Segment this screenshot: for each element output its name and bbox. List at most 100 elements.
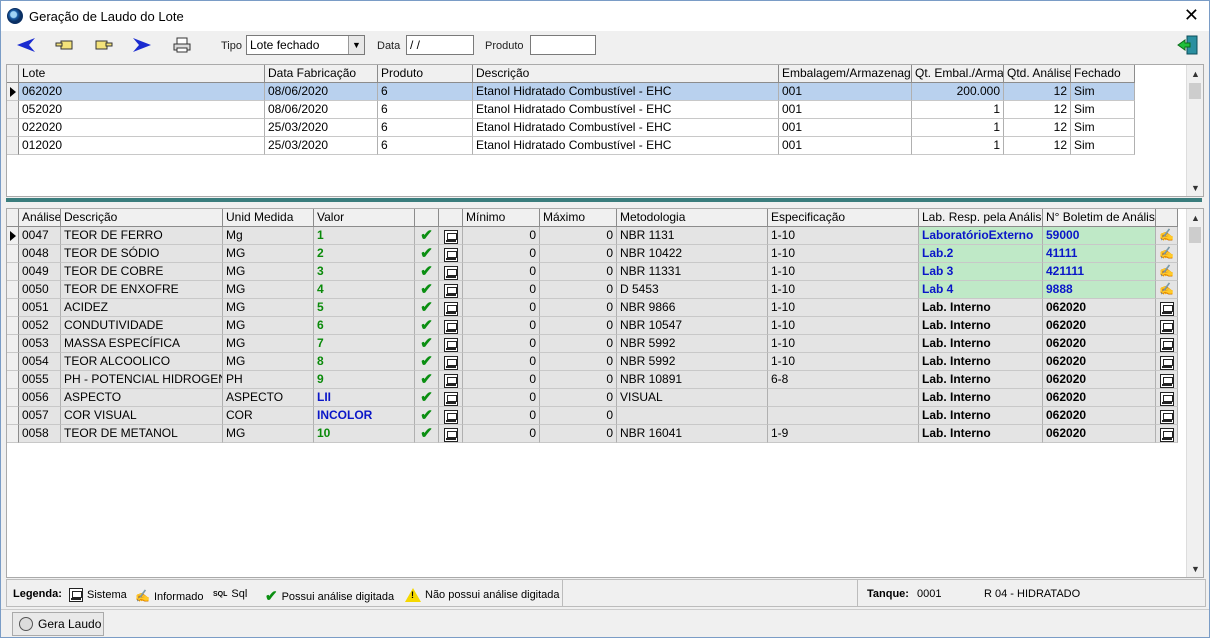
print-button[interactable] (171, 34, 193, 56)
analise-cell[interactable] (1156, 317, 1178, 335)
splitter[interactable] (6, 198, 1202, 202)
analise-col-header[interactable] (415, 209, 439, 227)
system-icon[interactable] (1159, 427, 1174, 442)
analise-col-header[interactable] (439, 209, 463, 227)
analise-row[interactable]: 0055PH - POTENCIAL HIDROGENIONICOPH9✔00N… (7, 371, 1178, 389)
analise-col-header[interactable]: Valor (314, 209, 415, 227)
system-icon[interactable] (443, 265, 458, 280)
system-icon[interactable] (443, 409, 458, 424)
system-icon[interactable] (443, 283, 458, 298)
analise-cell[interactable] (439, 407, 463, 425)
produto-input[interactable] (530, 35, 596, 55)
analise-row[interactable]: 0049 TEOR DE COBRE MG 3 ✔ 0 0 NBR 11331 1-10 Lab … (7, 263, 1178, 281)
lotes-col-header[interactable]: Lote (19, 65, 265, 83)
analise-row[interactable]: 0057 COR VISUAL COR INCOLOR ✔ 0 0 Lab. Interno 0… (7, 407, 1178, 425)
analise-cell[interactable]: ✍ (1156, 245, 1178, 263)
system-icon[interactable] (1159, 337, 1174, 352)
system-icon[interactable] (443, 319, 458, 334)
lote-row[interactable]: 052020 08/06/2020 6 Etanol Hidratado Combus… (7, 101, 1135, 119)
lote-row[interactable]: 062020 08/06/2020 6 Etanol Hidratado Combus… (7, 83, 1135, 101)
analise-cell[interactable] (1156, 407, 1178, 425)
scroll-down-icon[interactable]: ▼ (1187, 179, 1203, 196)
system-icon[interactable] (1159, 301, 1174, 316)
analise-cell[interactable] (1156, 335, 1178, 353)
analise-col-header[interactable]: Unid Medida (223, 209, 314, 227)
analise-cell[interactable]: 4 (314, 281, 415, 299)
lote-row[interactable]: 012020 25/03/2020 6 Etanol Hidratado Combus… (7, 137, 1135, 155)
tipo-select[interactable]: Lote fechado ▼ (246, 35, 365, 55)
system-icon[interactable] (1159, 373, 1174, 388)
analise-cell[interactable]: ✍ (1156, 227, 1178, 245)
first-record-button[interactable] (15, 34, 37, 56)
analise-row[interactable]: 0051 ACIDEZ MG 5 ✔ 0 0 NBR 9866 1-10 Lab. Interno… (7, 299, 1178, 317)
analise-cell[interactable]: 5 (314, 299, 415, 317)
scroll-thumb[interactable] (1189, 227, 1201, 243)
analise-cell[interactable] (439, 281, 463, 299)
analise-col-header[interactable]: N° Boletim de Análise (1043, 209, 1156, 227)
scroll-down-icon[interactable]: ▼ (1187, 560, 1203, 577)
analise-cell[interactable]: ✔ (415, 245, 439, 263)
analise-cell[interactable]: LII (314, 389, 415, 407)
analise-col-header[interactable]: Metodologia (617, 209, 768, 227)
prev-record-button[interactable] (53, 34, 75, 56)
analise-cell[interactable]: 9 (314, 371, 415, 389)
system-icon[interactable] (1159, 391, 1174, 406)
analise-cell[interactable]: 10 (314, 425, 415, 443)
system-icon[interactable] (443, 391, 458, 406)
analise-cell[interactable]: ✔ (415, 299, 439, 317)
analise-col-header[interactable]: Descrição (61, 209, 223, 227)
analise-cell[interactable]: ✔ (415, 371, 439, 389)
analise-cell[interactable]: 7 (314, 335, 415, 353)
analise-cell[interactable] (439, 353, 463, 371)
analise-cell[interactable]: ✔ (415, 335, 439, 353)
system-icon[interactable] (443, 229, 458, 244)
analise-col-header[interactable]: Máximo (540, 209, 617, 227)
scroll-up-icon[interactable]: ▲ (1187, 209, 1203, 226)
pencil-icon[interactable]: ✍ (1159, 282, 1174, 296)
close-icon[interactable]: ✕ (1184, 6, 1199, 24)
lotes-col-header[interactable]: Qtd. Análises (1004, 65, 1071, 83)
lotes-scrollbar[interactable]: ▲ ▼ (1186, 65, 1203, 196)
analise-cell[interactable] (439, 425, 463, 443)
analise-cell[interactable] (1156, 371, 1178, 389)
lotes-col-header[interactable]: Produto (378, 65, 473, 83)
analise-cell[interactable] (439, 371, 463, 389)
next-record-button[interactable] (93, 34, 115, 56)
analise-cell[interactable]: 8 (314, 353, 415, 371)
analise-row[interactable]: 0047 TEOR DE FERRO Mg 1 ✔ 0 0 NBR 1131 1-10 Labor… (7, 227, 1178, 245)
analise-cell[interactable] (439, 227, 463, 245)
analise-cell[interactable] (439, 317, 463, 335)
analise-row[interactable]: 0058 TEOR DE METANOL MG 10 ✔ 0 0 NBR 16041 1-9 La… (7, 425, 1178, 443)
analise-cell[interactable]: ✔ (415, 227, 439, 245)
analise-col-header[interactable]: Análise (19, 209, 61, 227)
analise-col-header[interactable] (1156, 209, 1178, 227)
analise-cell[interactable]: ✔ (415, 317, 439, 335)
lote-row[interactable]: 022020 25/03/2020 6 Etanol Hidratado Combus… (7, 119, 1135, 137)
analise-cell[interactable]: ✔ (415, 407, 439, 425)
analises-scrollbar[interactable]: ▲ ▼ (1186, 209, 1203, 577)
analise-row[interactable]: 0056 ASPECTO ASPECTO LII ✔ 0 0 VISUAL Lab. Inter… (7, 389, 1178, 407)
analise-cell[interactable]: ✔ (415, 281, 439, 299)
analise-row[interactable]: 0052 CONDUTIVIDADE MG 6 ✔ 0 0 NBR 10547 1-10 Lab.… (7, 317, 1178, 335)
system-icon[interactable] (1159, 319, 1174, 334)
analise-col-header[interactable]: Mínimo (463, 209, 540, 227)
exit-button[interactable] (1176, 34, 1200, 56)
pencil-icon[interactable]: ✍ (1159, 264, 1174, 278)
analise-cell[interactable]: ✍ (1156, 263, 1178, 281)
analise-cell[interactable]: 2 (314, 245, 415, 263)
scroll-thumb[interactable] (1189, 83, 1201, 99)
analise-cell[interactable]: ✔ (415, 353, 439, 371)
lotes-col-header[interactable]: Descrição (473, 65, 779, 83)
analise-cell[interactable]: 3 (314, 263, 415, 281)
lotes-col-header[interactable]: Qt. Embal./Armaz. (912, 65, 1004, 83)
analise-cell[interactable]: ✔ (415, 263, 439, 281)
analise-cell[interactable]: INCOLOR (314, 407, 415, 425)
analise-cell[interactable] (439, 389, 463, 407)
analise-cell[interactable] (439, 299, 463, 317)
analise-cell[interactable] (1156, 389, 1178, 407)
pencil-icon[interactable]: ✍ (1159, 228, 1174, 242)
lotes-col-header[interactable]: Data Fabricação (265, 65, 378, 83)
system-icon[interactable] (443, 355, 458, 370)
system-icon[interactable] (443, 427, 458, 442)
pencil-icon[interactable]: ✍ (1159, 246, 1174, 260)
